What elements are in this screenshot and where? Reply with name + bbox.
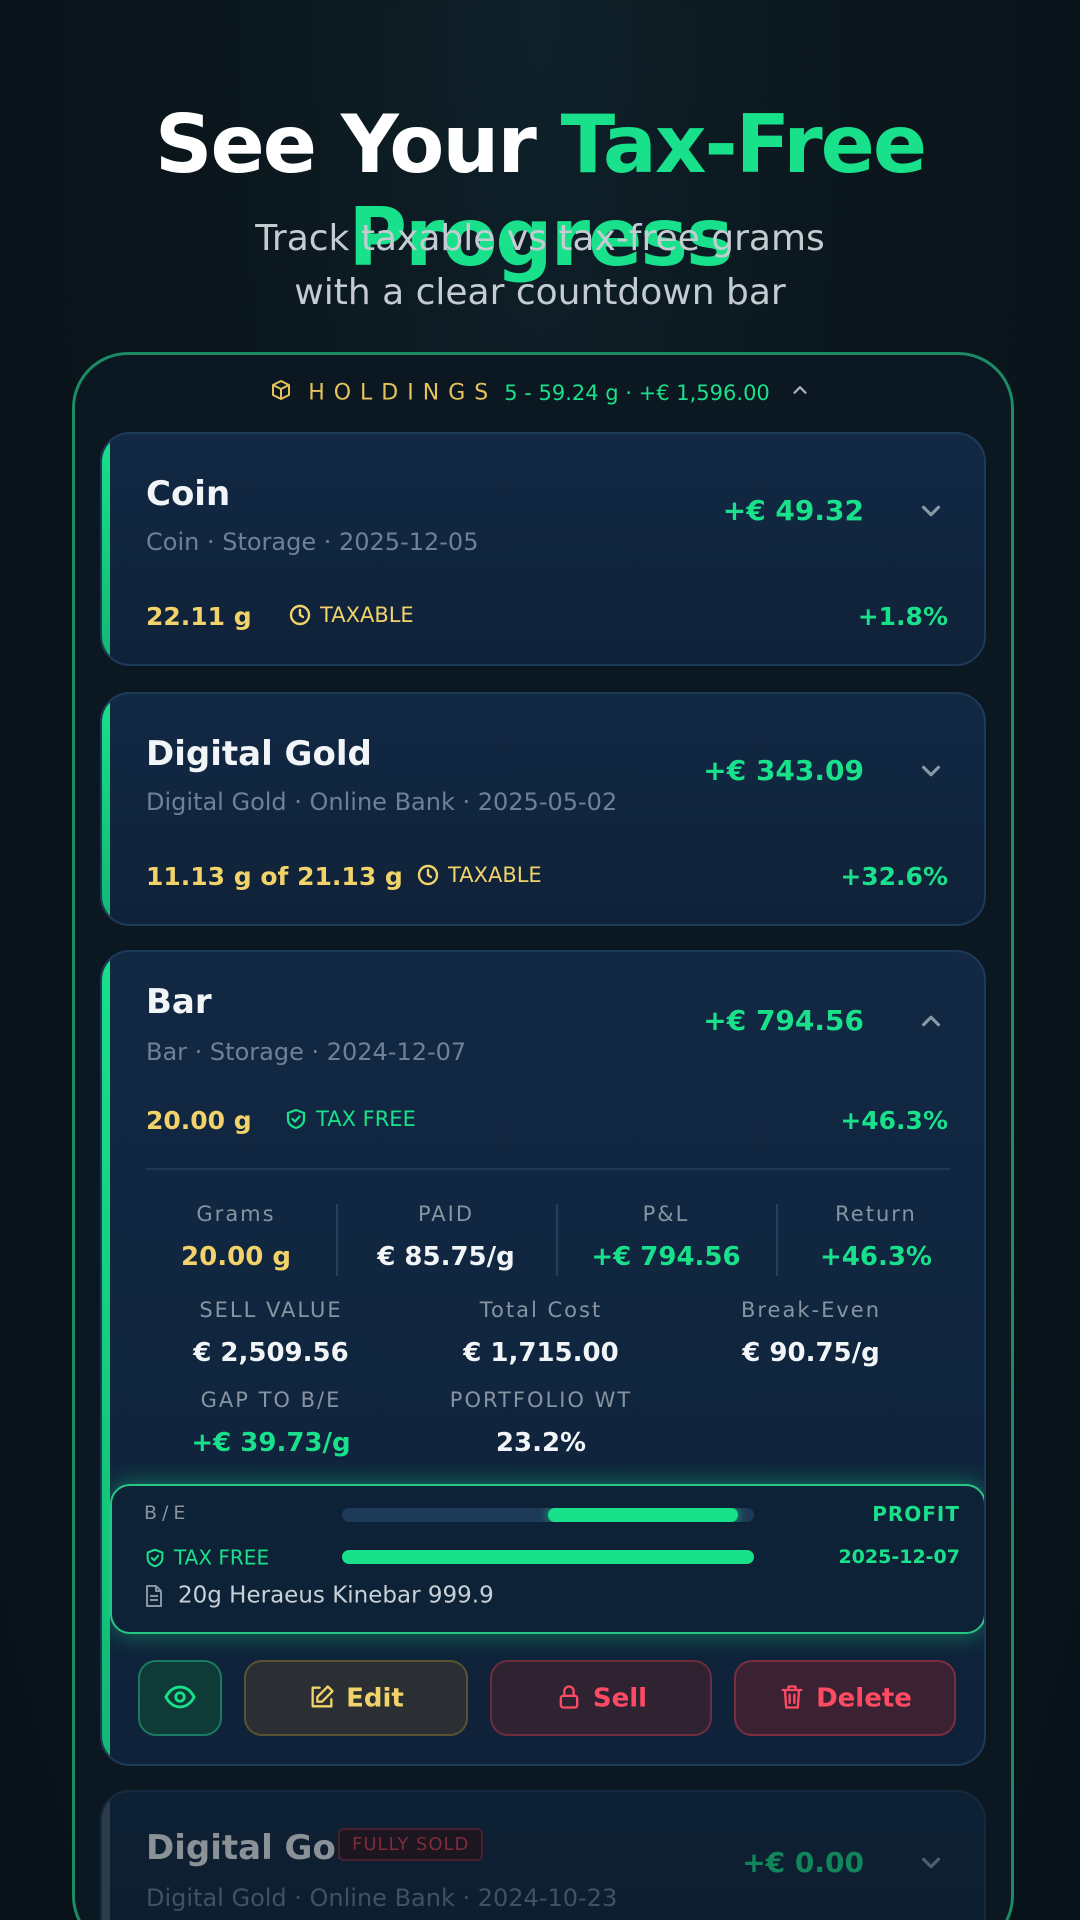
card-pl: +€ 794.56 [703,1004,864,1037]
stat-label-gap-to-be: GAP TO B/E [200,1388,342,1412]
stat-value-paid: € 85.75/g [377,1242,515,1272]
holdings-header[interactable]: HOLDINGS 5 - 59.24 g · +€ 1,596.00 [0,378,1080,408]
stat-value-portfolio-wt: 23.2% [495,1428,587,1458]
edit-button[interactable]: Edit [244,1660,468,1736]
card-grams: 11.13 g of 21.13 g [146,862,403,891]
holding-note-text: 20g Heraeus Kinebar 999.9 [178,1582,494,1609]
card-pl: +€ 49.32 [722,494,864,527]
stat-value-total-cost: € 1,715.00 [463,1338,619,1368]
edit-label: Edit [346,1683,404,1714]
stat-value-grams: 20.00 g [181,1242,291,1272]
chevron-down-icon[interactable] [916,1848,946,1882]
holding-card-digital-gold-sold[interactable]: Digital Gold FULLY SOLD Digital Gold · O… [100,1790,986,1920]
card-percent: +32.6% [840,862,948,891]
holding-card-bar[interactable]: Bar Bar · Storage · 2024-12-07 +€ 794.56… [100,950,986,1766]
card-grams: 20.00 g [146,1106,252,1135]
card-percent: +1.8% [857,602,948,631]
tax-free-text: TAX FREE [174,1545,270,1570]
stat-separator [336,1204,338,1276]
card-accent-edge [102,434,110,664]
hero-subtitle-line1: Track taxable vs tax-free grams [255,218,825,259]
fully-sold-badge: FULLY SOLD [338,1828,484,1861]
stat-label-portfolio-wt: PORTFOLIO WT [449,1388,633,1412]
tax-free-label: TAX FREE [144,1544,269,1570]
shield-check-icon [286,1108,306,1130]
card-grams: 22.11 g [146,602,252,631]
holding-card-digital-gold[interactable]: Digital Gold Digital Gold · Online Bank … [100,692,986,926]
tax-free-progress-panel: B/E PROFIT TAX FREE 2025-12-07 20g Herae… [110,1484,984,1634]
trash-icon [781,1684,803,1709]
delete-label: Delete [816,1683,912,1714]
stat-separator [556,1204,558,1276]
be-label: B/E [144,1502,191,1524]
status-badge: TAXABLE [288,602,414,627]
card-meta: Digital Gold · Online Bank · 2024-10-23 [146,1884,618,1912]
holding-note: 20g Heraeus Kinebar 999.9 [144,1582,494,1609]
edit-icon [311,1684,334,1707]
tax-free-countdown-fill [342,1550,754,1564]
box-icon [269,378,293,408]
document-icon [146,1584,162,1607]
chevron-up-icon[interactable] [916,1006,946,1040]
chevron-down-icon[interactable] [916,756,946,790]
clock-icon [417,864,439,886]
status-text: TAXABLE [320,603,414,627]
stat-separator [776,1204,778,1276]
card-pl: +€ 0.00 [742,1846,864,1879]
card-percent: +46.3% [840,1106,948,1135]
view-button[interactable] [138,1660,222,1736]
hero-title-plain: See Your [154,98,561,191]
stat-label-grams: Grams [196,1202,276,1226]
card-title: Bar [146,982,212,1022]
tax-free-countdown-bar [342,1550,754,1564]
stat-label-sell-value: SELL VALUE [199,1298,343,1322]
status-text: TAX FREE [316,1107,416,1131]
sell-label: Sell [592,1683,648,1714]
card-accent-edge [102,1792,110,1920]
stat-value-gap-to-be: +€ 39.73/g [191,1428,351,1458]
hero-subtitle-line2: with a clear countdown bar [294,272,786,313]
break-even-bar-fill [548,1508,738,1522]
stat-label-return: Return [835,1202,917,1226]
stat-value-break-even: € 90.75/g [742,1338,880,1368]
status-text: TAXABLE [448,863,542,887]
profit-label: PROFIT [872,1502,960,1526]
tax-free-date: 2025-12-07 [838,1546,960,1568]
card-title: Digital Gold [146,734,372,774]
card-divider [146,1168,950,1170]
card-pl: +€ 343.09 [703,754,864,787]
stat-value-return: +46.3% [820,1242,932,1272]
stat-label-break-even: Break-Even [740,1298,882,1322]
holding-card-coin[interactable]: Coin Coin · Storage · 2025-12-05 +€ 49.3… [100,432,986,666]
delete-button[interactable]: Delete [734,1660,956,1736]
card-meta: Coin · Storage · 2025-12-05 [146,528,479,556]
status-badge: TAXABLE [416,862,542,887]
status-badge: TAX FREE [284,1106,416,1131]
lock-icon [559,1684,579,1709]
stat-value-pl: +€ 794.56 [591,1242,741,1272]
stat-label-paid: PAID [417,1202,475,1226]
card-title: Coin [146,474,231,514]
card-accent-edge [102,694,110,924]
chevron-up-icon[interactable] [789,379,811,407]
holdings-label: HOLDINGS [308,380,498,406]
eye-icon [164,1685,196,1708]
stat-label-total-cost: Total Cost [479,1298,603,1322]
card-meta: Bar · Storage · 2024-12-07 [146,1038,467,1066]
holdings-summary: 5 - 59.24 g · +€ 1,596.00 [504,381,770,405]
shield-check-icon [146,1548,164,1567]
break-even-bar [342,1508,754,1522]
stat-value-sell-value: € 2,509.56 [193,1338,349,1368]
clock-icon [289,604,311,626]
card-meta: Digital Gold · Online Bank · 2025-05-02 [146,788,618,816]
hero-subtitle: Track taxable vs tax-free grams with a c… [0,212,1080,320]
sell-button[interactable]: Sell [490,1660,712,1736]
stat-label-pl: P&L [642,1202,690,1226]
chevron-down-icon[interactable] [916,496,946,530]
card-accent-edge [102,952,110,1764]
